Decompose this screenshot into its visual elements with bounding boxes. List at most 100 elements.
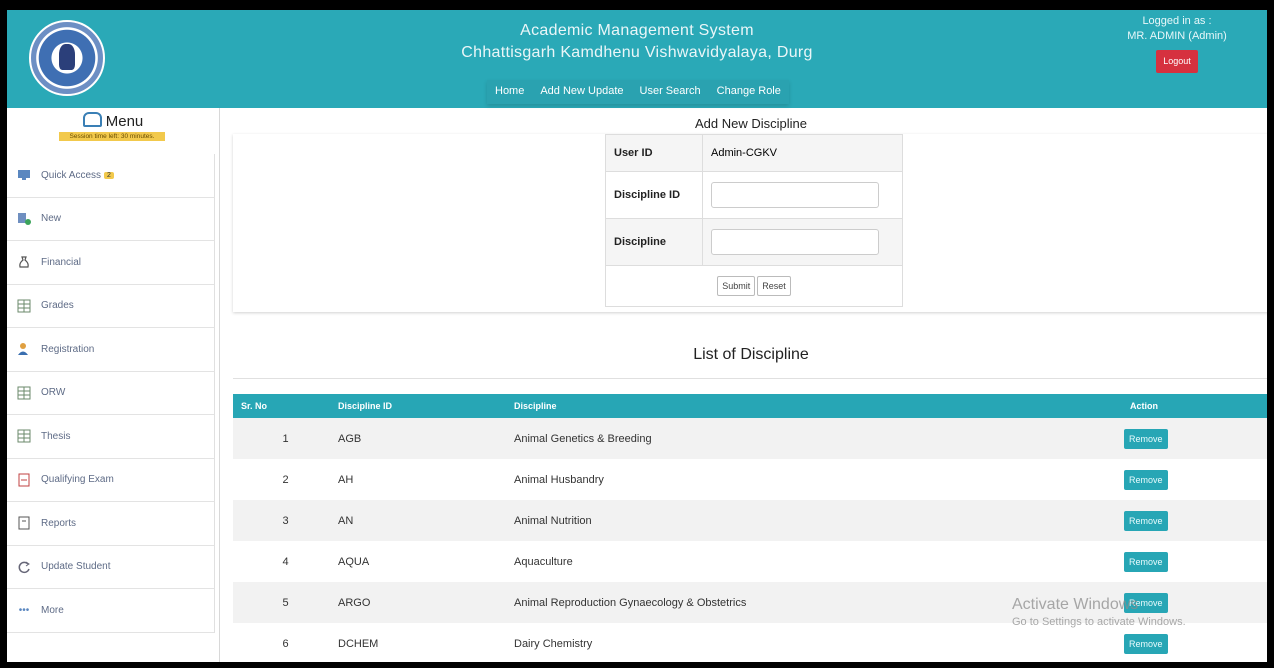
nav-user-search[interactable]: User Search [632, 80, 709, 104]
cell-discipline: Animal Genetics & Breeding [514, 418, 1116, 459]
column-header-sno: Sr. No [233, 394, 338, 418]
sidebar-item-label: ORW [41, 387, 66, 399]
current-user: MR. ADMIN (Admin) [1127, 30, 1227, 42]
menu-icon [82, 112, 102, 127]
cell-discipline-id: AGB [338, 418, 514, 459]
sidebar-item-grades[interactable]: Grades [7, 284, 215, 328]
remove-button[interactable]: Remove [1124, 428, 1168, 449]
discipline-id-label: Discipline ID [605, 171, 703, 219]
sidebar-item-label: More [41, 604, 64, 616]
cell-discipline-id: AH [338, 473, 354, 486]
sidebar-item-label: Reports [41, 517, 77, 529]
report-icon [17, 516, 31, 530]
dots-icon: ••• [18, 604, 30, 616]
cell-discipline-id: ARGO [338, 582, 514, 623]
remove-button[interactable]: Remove [1124, 633, 1168, 654]
sidebar-item-label: Thesis [41, 430, 71, 442]
cell-sno: 1 [233, 418, 338, 459]
table-row: 1 AGB Animal Genetics & Breeding Remove [233, 418, 1267, 459]
sidebar-item-new[interactable]: New [7, 197, 215, 241]
reset-button[interactable]: Reset [757, 276, 791, 296]
new-user-icon [17, 212, 31, 226]
sidebar-item-label: Qualifying Exam [41, 474, 114, 486]
monitor-icon [17, 168, 31, 182]
sidebar-item-label: Registration [41, 343, 95, 355]
cell-discipline: Dairy Chemistry [514, 637, 593, 650]
menu-title: Menu [105, 113, 144, 130]
column-header-action: Action [1116, 394, 1267, 418]
discipline-id-input[interactable] [711, 182, 879, 208]
cell-discipline-id: AN [338, 500, 514, 541]
logged-in-label: Logged in as : [1142, 15, 1212, 27]
sidebar-menu: Menu Session time left: 30 minutes. Quic… [7, 108, 220, 662]
submit-button[interactable]: Submit [717, 276, 756, 296]
grid-icon [17, 429, 31, 443]
cell-sno: 5 [233, 582, 338, 623]
main-content: Add New Discipline User ID Admin-CGKV Di… [231, 108, 1267, 662]
sidebar-item-label: Grades [41, 300, 74, 312]
person-icon [17, 342, 31, 356]
table-row: 4 AQUA Aquaculture Remove [233, 541, 1267, 582]
app-title: Academic Management System [520, 22, 754, 39]
list-title: List of Discipline [693, 346, 809, 363]
session-timer: Session time left: 30 minutes. [59, 132, 165, 141]
form-title: Add New Discipline [695, 116, 807, 131]
sidebar-item-label: New [41, 213, 62, 225]
table-row: 6 DCHEM Dairy Chemistry Remove [233, 623, 1267, 662]
institution-name: Chhattisgarh Kamdhenu Vishwavidyalaya, D… [461, 44, 813, 61]
column-header-discipline-id: Discipline ID [338, 394, 514, 418]
remove-button[interactable]: Remove [1124, 510, 1168, 531]
sidebar-item-quick-access[interactable]: Quick Access 2 [7, 154, 215, 198]
activation-watermark-subtitle: Go to Settings to activate Windows. [1012, 616, 1186, 628]
cell-discipline: Animal Nutrition [514, 500, 1116, 541]
user-id-value: Admin-CGKV [702, 134, 903, 172]
table-row: 3 AN Animal Nutrition Remove [233, 500, 1267, 541]
nav-change-role[interactable]: Change Role [709, 80, 789, 104]
activation-watermark-title: Activate Windows [1012, 596, 1139, 613]
refresh-icon [17, 560, 31, 574]
cell-sno: 6 [282, 637, 289, 650]
quick-access-badge: 2 [104, 171, 114, 179]
remove-button[interactable]: Remove [1124, 469, 1168, 490]
discipline-label: Discipline [605, 218, 703, 266]
table-row: 2 AH Animal Husbandry Remove [233, 459, 1267, 500]
nav-home[interactable]: Home [487, 80, 532, 104]
add-discipline-panel: User ID Admin-CGKV Discipline ID Discipl… [233, 134, 1267, 312]
menu-list: Quick Access 2 New Financial Grades Regi… [7, 154, 215, 633]
discipline-input[interactable] [711, 229, 879, 255]
browser-viewport: Academic Management System Chhattisgarh … [7, 10, 1267, 662]
sidebar-item-label: Financial [41, 256, 82, 268]
sidebar-item-more[interactable]: ••• More [7, 589, 215, 633]
remove-button[interactable]: Remove [1124, 551, 1168, 572]
sidebar-item-label: Update Student [41, 561, 111, 573]
money-bag-icon [17, 255, 31, 269]
sidebar-item-orw[interactable]: ORW [7, 371, 215, 415]
table-header-row: Sr. No Discipline ID Discipline Action [233, 394, 1267, 418]
cell-discipline-id: DCHEM [338, 637, 379, 650]
cell-sno: 4 [282, 555, 289, 568]
column-header-discipline: Discipline [514, 394, 1116, 418]
document-icon [17, 473, 31, 487]
logout-button[interactable]: Logout [1156, 50, 1198, 73]
cell-discipline: Animal Husbandry [514, 473, 604, 486]
sidebar-item-label: Quick Access [41, 169, 102, 181]
sidebar-item-registration[interactable]: Registration [7, 328, 215, 372]
sidebar-item-qualifying-exam[interactable]: Qualifying Exam [7, 458, 215, 502]
add-discipline-form: User ID Admin-CGKV Discipline ID Discipl… [605, 134, 903, 307]
grid-icon [17, 299, 31, 313]
sidebar-item-thesis[interactable]: Thesis [7, 415, 215, 459]
divider [233, 378, 1267, 379]
top-nav: Home Add New Update User Search Change R… [487, 80, 789, 104]
sidebar-item-financial[interactable]: Financial [7, 241, 215, 285]
cell-sno: 3 [233, 500, 338, 541]
login-info: Logged in as : MR. ADMIN (Admin) Logout [1117, 14, 1237, 73]
cell-discipline-id: AQUA [338, 555, 370, 568]
grid-icon [17, 386, 31, 400]
menu-heading: Menu [7, 112, 219, 130]
sidebar-item-reports[interactable]: Reports [7, 502, 215, 546]
nav-add-new-update[interactable]: Add New Update [532, 80, 631, 104]
sidebar-item-update-student[interactable]: Update Student [7, 545, 215, 589]
cell-sno: 2 [282, 473, 289, 486]
cell-discipline: Aquaculture [514, 555, 573, 568]
app-header: Academic Management System Chhattisgarh … [7, 10, 1267, 108]
